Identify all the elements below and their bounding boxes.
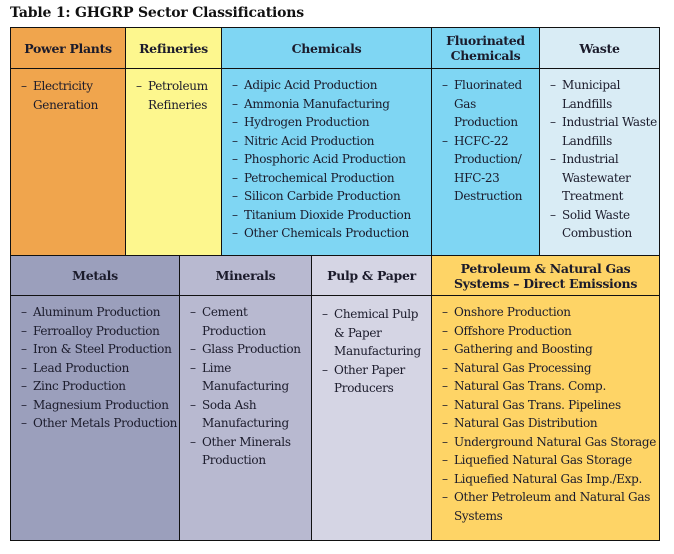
list-item: Underground Natural Gas Storage: [432, 433, 659, 452]
list-item: Other Minerals Production: [180, 433, 308, 470]
list-item: Gathering and Boosting: [432, 340, 659, 359]
sector-metals: Metals Aluminum ProductionFerroalloy Pro…: [10, 255, 180, 541]
list-item: Municipal Landfills: [540, 76, 659, 113]
list-item: Iron & Steel Production: [11, 340, 179, 359]
sector-header: Chemicals: [222, 28, 431, 69]
sector-items: Aluminum ProductionFerroalloy Production…: [11, 303, 179, 433]
list-item: Petrochemical Production: [222, 169, 431, 188]
list-item: Glass Production: [180, 340, 308, 359]
list-item: Adipic Acid Production: [222, 76, 431, 95]
sector-pulp-paper: Pulp & Paper Chemical Pulp & Paper Manuf…: [311, 255, 432, 541]
list-item: Chemical Pulp & Paper Manufacturing: [312, 305, 430, 361]
list-item: Solid Waste Combustion: [540, 206, 659, 243]
sector-refineries: Refineries Petroleum Refineries: [125, 27, 222, 256]
list-item: Phosphoric Acid Production: [222, 150, 431, 169]
sector-chemicals: Chemicals Adipic Acid ProductionAmmonia …: [221, 27, 432, 256]
sector-items: Chemical Pulp & Paper ManufacturingOther…: [312, 305, 430, 398]
sector-waste: Waste Municipal LandfillsIndustrial Wast…: [539, 27, 660, 256]
sector-items: Onshore ProductionOffshore ProductionGat…: [432, 303, 659, 525]
sector-items: Municipal LandfillsIndustrial Waste Land…: [540, 76, 659, 243]
list-item: Lead Production: [11, 359, 179, 378]
sector-items: Fluorinated Gas ProductionHCFC-22 Produc…: [432, 76, 536, 206]
sector-header: Refineries: [126, 28, 221, 69]
sector-header: Minerals: [180, 256, 311, 296]
list-item: Onshore Production: [432, 303, 659, 322]
list-item: Ammonia Manufacturing: [222, 95, 431, 114]
list-item: Magnesium Production: [11, 396, 179, 415]
sector-header: Pulp & Paper: [312, 256, 431, 296]
sector-petroleum-natural-gas: Petroleum & Natural Gas Systems – Direct…: [431, 255, 660, 541]
list-item: Fluorinated Gas Production: [432, 76, 536, 132]
sector-items: Electricity Generation: [11, 77, 121, 114]
sector-header: Waste: [540, 28, 659, 69]
list-item: Nitric Acid Production: [222, 132, 431, 151]
list-item: Other Paper Producers: [312, 361, 430, 398]
list-item: Natural Gas Distribution: [432, 414, 659, 433]
list-item: Cement Production: [180, 303, 308, 340]
sector-header: Fluorinated Chemicals: [432, 28, 539, 69]
list-item: HCFC-22 Production/ HFC-23 Destruction: [432, 132, 536, 206]
list-item: Hydrogen Production: [222, 113, 431, 132]
sector-items: Cement ProductionGlass ProductionLime Ma…: [180, 303, 308, 470]
list-item: Industrial Wastewater Treatment: [540, 150, 659, 206]
list-item: Titanium Dioxide Production: [222, 206, 431, 225]
list-item: Natural Gas Processing: [432, 359, 659, 378]
list-item: Electricity Generation: [11, 77, 121, 114]
sector-header: Metals: [11, 256, 179, 296]
sector-header: Power Plants: [11, 28, 125, 69]
sector-minerals: Minerals Cement ProductionGlass Producti…: [179, 255, 312, 541]
list-item: Other Chemicals Production: [222, 224, 431, 243]
list-item: Offshore Production: [432, 322, 659, 341]
list-item: Aluminum Production: [11, 303, 179, 322]
sector-power-plants: Power Plants Electricity Generation: [10, 27, 126, 256]
sector-items: Petroleum Refineries: [126, 77, 218, 114]
list-item: Liquefied Natural Gas Imp./Exp.: [432, 470, 659, 489]
list-item: Liquefied Natural Gas Storage: [432, 451, 659, 470]
sector-fluorinated-chemicals: Fluorinated Chemicals Fluorinated Gas Pr…: [431, 27, 540, 256]
list-item: Silicon Carbide Production: [222, 187, 431, 206]
list-item: Lime Manufacturing: [180, 359, 308, 396]
list-item: Ferroalloy Production: [11, 322, 179, 341]
list-item: Other Metals Production: [11, 414, 179, 433]
list-item: Natural Gas Trans. Comp.: [432, 377, 659, 396]
list-item: Other Petroleum and Natural Gas Systems: [432, 488, 659, 525]
list-item: Natural Gas Trans. Pipelines: [432, 396, 659, 415]
list-item: Industrial Waste Landfills: [540, 113, 659, 150]
list-item: Zinc Production: [11, 377, 179, 396]
table-title: Table 1: GHGRP Sector Classifications: [10, 5, 304, 21]
sector-items: Adipic Acid ProductionAmmonia Manufactur…: [222, 76, 431, 243]
list-item: Petroleum Refineries: [126, 77, 218, 114]
list-item: Soda Ash Manufacturing: [180, 396, 308, 433]
sector-header: Petroleum & Natural Gas Systems – Direct…: [432, 256, 659, 296]
